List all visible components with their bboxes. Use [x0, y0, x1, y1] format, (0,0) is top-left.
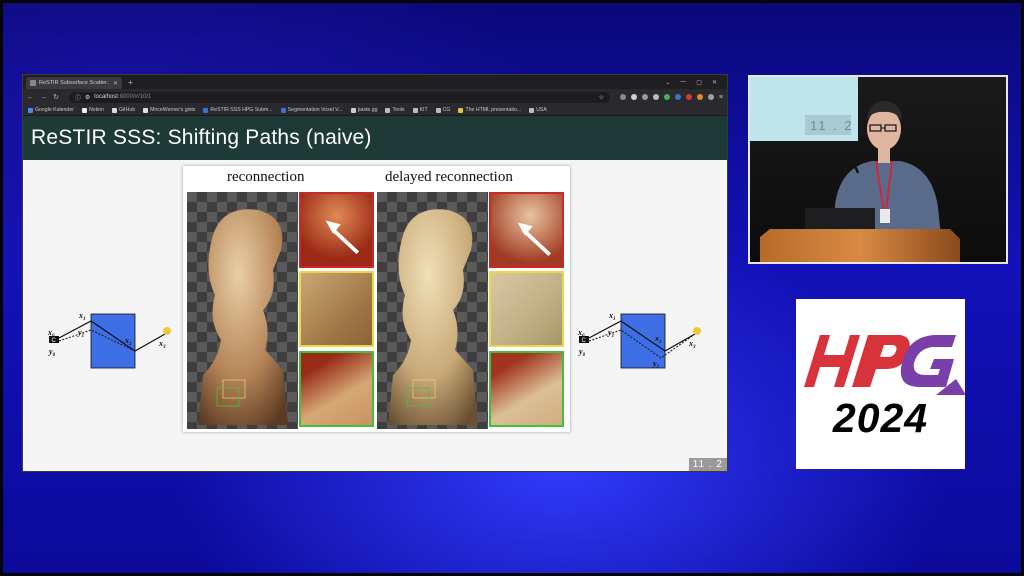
close-window-icon[interactable]: ✕: [712, 79, 717, 86]
github-icon: [143, 107, 149, 113]
restore-icon[interactable]: ▢: [696, 79, 702, 86]
puzzle-icon[interactable]: [707, 94, 714, 100]
back-arrow-icon[interactable]: ←: [27, 94, 34, 101]
svg-text:y1: y1: [607, 328, 614, 339]
url-text: localhost:8000/#/10/1: [94, 94, 152, 100]
svg-text:11 . 2: 11 . 2: [810, 118, 854, 133]
hpg-2024-logo: 2024: [796, 299, 966, 469]
light-source-icon: [163, 327, 171, 335]
extension-icons: ≡: [619, 94, 723, 101]
arrow-icon: [325, 220, 360, 255]
crop-green-reconnection: [299, 351, 374, 427]
github-icon: [111, 107, 117, 113]
speaker-video: 11 . 2: [750, 77, 1006, 262]
render-delayed-reconnection: [377, 192, 488, 429]
bookmark-item[interactable]: ReSTIR SSS HPG Subm...: [203, 107, 273, 113]
presentation-slide: ReSTIR SSS: Shifting Paths (naive) C x0 …: [23, 116, 727, 471]
bookmark-folder[interactable]: KIT: [412, 107, 428, 113]
info-icon[interactable]: ⓘ: [75, 93, 81, 102]
bookmark-star-icon[interactable]: ☆: [599, 94, 604, 101]
crop-red-delayed: [489, 192, 564, 268]
svg-text:y0: y0: [578, 347, 586, 358]
bookmark-item[interactable]: Segmentation Voxel V...: [280, 107, 343, 113]
bookmark-item[interactable]: The HTML presentatio...: [458, 107, 521, 113]
reload-icon[interactable]: ↻: [53, 93, 59, 101]
bookmark-item[interactable]: GitHub: [111, 107, 135, 113]
page-settings-icon[interactable]: ⚙: [85, 94, 90, 101]
new-tab-button[interactable]: +: [128, 78, 133, 87]
document-icon: [280, 107, 286, 113]
document-icon: [203, 107, 209, 113]
slide-page-number: 11 . 2: [688, 458, 727, 471]
tab-bar: ReSTIR Subsurface Scatter... ✕ + ⌄ — ▢ ✕: [23, 75, 727, 89]
bookmark-folder[interactable]: Tools: [385, 107, 405, 113]
paste-icon: [350, 107, 356, 113]
svg-text:x3: x3: [688, 339, 696, 350]
menu-icon[interactable]: ≡: [719, 94, 723, 101]
logo-year: 2024: [832, 395, 929, 441]
bust-image: [388, 209, 478, 425]
label-reconnection: reconnection: [227, 169, 305, 185]
bookmark-item[interactable]: MirceWerner's gists: [143, 107, 195, 113]
folder-icon: [435, 107, 441, 113]
navigation-toolbar: ← → ↻ ⓘ ⚙ localhost:8000/#/10/1 ☆ ≡: [23, 89, 727, 105]
bookmarks-bar: Google Kalender Notion GitHub MirceWerne…: [23, 105, 727, 116]
forward-arrow-icon[interactable]: →: [40, 94, 47, 101]
bookmark-item[interactable]: Notion: [81, 107, 104, 113]
lectern: [760, 229, 960, 262]
folder-icon: [529, 107, 535, 113]
address-bar[interactable]: ⓘ ⚙ localhost:8000/#/10/1 ☆: [68, 91, 610, 103]
path-diagram-reconnection: C x0 y0 x1 y1 x2 x3: [45, 308, 173, 388]
extension-green-icon[interactable]: [663, 94, 670, 100]
diagram-svg: C x0 y0 x1 y1 x2 x3: [47, 311, 171, 369]
slide-title: ReSTIR SSS: Shifting Paths (naive): [31, 126, 372, 149]
bust-image: [198, 209, 288, 425]
download-icon[interactable]: [652, 94, 659, 100]
window-controls: ⌄ — ▢ ✕: [665, 79, 727, 86]
comparison-figure: reconnection delayed reconnection: [183, 166, 570, 432]
close-icon[interactable]: ✕: [113, 80, 118, 87]
light-source-icon: [693, 327, 701, 335]
chevron-down-icon[interactable]: ⌄: [665, 79, 670, 86]
shield-icon[interactable]: [641, 94, 648, 100]
bookmark-folder[interactable]: USA: [529, 107, 547, 113]
svg-text:x3: x3: [158, 339, 166, 350]
speaker-camera-feed: 11 . 2: [748, 75, 1008, 264]
bookmark-item[interactable]: paste.gg: [350, 107, 377, 113]
slide-header: ReSTIR SSS: Shifting Paths (naive): [23, 116, 727, 160]
arrow-icon: [517, 222, 551, 257]
svg-text:x1: x1: [608, 311, 616, 322]
crop-green-delayed: [489, 351, 564, 427]
calendar-icon: [28, 107, 33, 113]
svg-text:x1: x1: [78, 311, 86, 322]
crop-yellow-reconnection: [299, 271, 374, 347]
extension-orange-icon[interactable]: [696, 94, 703, 100]
folder-icon: [385, 107, 391, 113]
bookmark-folder[interactable]: CG: [435, 107, 450, 113]
browser-tab[interactable]: ReSTIR Subsurface Scatter... ✕: [26, 77, 122, 89]
pocket-icon[interactable]: [619, 94, 626, 100]
minimize-icon[interactable]: —: [680, 79, 686, 86]
crop-yellow-delayed: [489, 271, 564, 347]
path-diagram-delayed-reconnection: C x0 y0 x1 y1 x2 y2 x3: [575, 308, 703, 388]
tab-title: ReSTIR Subsurface Scatter...: [39, 80, 110, 86]
render-reconnection: [187, 192, 298, 429]
hpg-logo-graphic: [804, 335, 966, 395]
page-icon: [30, 80, 36, 86]
bookmark-item[interactable]: Google Kalender: [28, 107, 74, 113]
svg-text:y0: y0: [48, 347, 56, 358]
account-icon[interactable]: [630, 94, 637, 100]
label-delayed-reconnection: delayed reconnection: [385, 169, 513, 185]
diagram-svg: C x0 y0 x1 y1 x2 y2 x3: [577, 311, 701, 370]
notion-icon: [81, 107, 87, 113]
browser-window: ReSTIR Subsurface Scatter... ✕ + ⌄ — ▢ ✕…: [22, 74, 728, 472]
folder-icon: [412, 107, 418, 113]
extension-blue-icon[interactable]: [674, 94, 681, 100]
svg-text:y1: y1: [77, 328, 84, 339]
ublock-icon[interactable]: [685, 94, 692, 100]
crop-red-reconnection: [299, 192, 374, 268]
presentation-icon: [458, 107, 464, 113]
